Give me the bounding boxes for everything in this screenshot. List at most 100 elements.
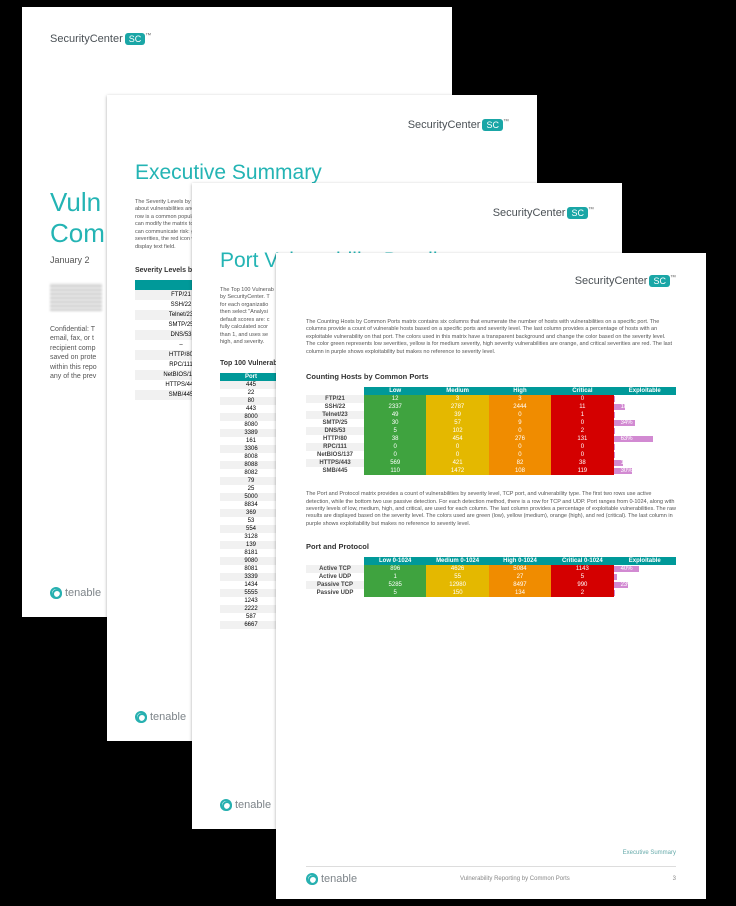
matrix-col-header: Low — [364, 387, 426, 395]
footer-page: 3 — [673, 876, 676, 882]
matrix-cell-low: 1 — [364, 573, 426, 581]
matrix-row: DNS/535102022% — [306, 427, 676, 435]
matrix-col-header: High 0-1024 — [489, 557, 551, 565]
port-row: 8000 — [220, 413, 282, 421]
port-row: 369 — [220, 509, 282, 517]
counting-hosts-intro: The Counting Hosts by Common Ports matri… — [306, 319, 676, 356]
matrix-cell-medium: 55 — [426, 573, 488, 581]
port-row: 8008 — [220, 453, 282, 461]
matrix-col-header: Medium 0-1024 — [426, 557, 488, 565]
matrix-cell-low: 0 — [364, 451, 426, 459]
matrix-col-header: Critical 0-1024 — [551, 557, 613, 565]
matrix-row: NetBIOS/13700001% — [306, 451, 676, 459]
matrix-cell-low: 49 — [364, 411, 426, 419]
matrix-cell-medium: 12980 — [426, 581, 488, 589]
matrix-cell-low: 38 — [364, 435, 426, 443]
tenable-logo: tenable — [220, 799, 271, 811]
matrix-row: RPC/11100001% — [306, 443, 676, 451]
matrix-cell-low: 896 — [364, 565, 426, 573]
port-row: 8088 — [220, 461, 282, 469]
port-row: 2222 — [220, 605, 282, 613]
matrix-cell-critical: 0 — [551, 419, 613, 427]
matrix-cell-critical: 2 — [551, 589, 613, 597]
port-row: 3389 — [220, 429, 282, 437]
matrix-cell-exploitable: 5% — [614, 573, 676, 581]
matrix-cell-critical: 38 — [551, 459, 613, 467]
port-row: 554 — [220, 525, 282, 533]
port-row: 6667 — [220, 621, 282, 629]
matrix-row: HTTP/803845427613163% — [306, 435, 676, 443]
matrix-cell-exploitable: 2% — [614, 395, 676, 403]
matrix-cell-critical: 11 — [551, 403, 613, 411]
matrix-row-label: Active UDP — [306, 573, 364, 581]
matrix-cell-medium: 454 — [426, 435, 488, 443]
matrix-cell-low: 110 — [364, 467, 426, 475]
counting-hosts-title: Counting Hosts by Common Ports — [306, 372, 676, 381]
matrix-row: HTTPS/443569421823815% — [306, 459, 676, 467]
matrix-cell-low: 12 — [364, 395, 426, 403]
port-row: 8082 — [220, 469, 282, 477]
matrix-cell-medium: 57 — [426, 419, 488, 427]
matrix-row: SSH/222337278724441118% — [306, 403, 676, 411]
matrix-row-label: DNS/53 — [306, 427, 364, 435]
matrix-col-header: Medium — [426, 387, 488, 395]
matrix-row-label: Passive TCP — [306, 581, 364, 589]
matrix-cell-high: 0 — [489, 411, 551, 419]
securitycenter-logo: SecurityCenterSC™ — [306, 275, 676, 287]
matrix-cell-medium: 0 — [426, 451, 488, 459]
matrix-cell-high: 9 — [489, 419, 551, 427]
matrix-col-header — [306, 387, 364, 395]
matrix-cell-exploitable: 30% — [614, 467, 676, 475]
matrix-cell-critical: 0 — [551, 395, 613, 403]
port-row: 161 — [220, 437, 282, 445]
footer-section: Executive Summary — [306, 850, 676, 856]
matrix-cell-exploitable: 23% — [614, 581, 676, 589]
matrix-cell-high: 3 — [489, 395, 551, 403]
matrix-row: Active TCP89646265084114340% — [306, 565, 676, 573]
port-row: 79 — [220, 477, 282, 485]
top-ports-table: Port 44522804438000808033891613306800880… — [220, 373, 282, 629]
matrix-cell-critical: 0 — [551, 451, 613, 459]
matrix-cell-critical: 1 — [551, 411, 613, 419]
matrix-row: Telnet/234939012% — [306, 411, 676, 419]
port-row: 3306 — [220, 445, 282, 453]
port-protocol-intro: The Port and Protocol matrix provides a … — [306, 491, 676, 528]
matrix-col-header: High — [489, 387, 551, 395]
matrix-cell-medium: 102 — [426, 427, 488, 435]
matrix-cell-medium: 2787 — [426, 403, 488, 411]
matrix-cell-exploitable: 40% — [614, 565, 676, 573]
port-row: 9080 — [220, 557, 282, 565]
port-protocol-title: Port and Protocol — [306, 542, 676, 551]
matrix-row: SMB/445110147210811930% — [306, 467, 676, 475]
matrix-row-label: SSH/22 — [306, 403, 364, 411]
matrix-cell-exploitable: 2% — [614, 411, 676, 419]
port-protocol-matrix: Low 0-1024Medium 0-1024High 0-1024Critic… — [306, 557, 676, 597]
matrix-cell-exploitable: 3% — [614, 589, 676, 597]
matrix-cell-medium: 0 — [426, 443, 488, 451]
port-row: 8181 — [220, 549, 282, 557]
matrix-cell-high: 108 — [489, 467, 551, 475]
matrix-row-label: Telnet/23 — [306, 411, 364, 419]
port-row: 587 — [220, 613, 282, 621]
page-4-matrices: SecurityCenterSC™ The Counting Hosts by … — [276, 253, 706, 899]
matrix-cell-high: 5084 — [489, 565, 551, 573]
matrix-col-header: Low 0-1024 — [364, 557, 426, 565]
port-row: 445 — [220, 381, 282, 389]
port-row: 3128 — [220, 533, 282, 541]
matrix-cell-medium: 3 — [426, 395, 488, 403]
port-row: 139 — [220, 541, 282, 549]
matrix-cell-high: 8497 — [489, 581, 551, 589]
matrix-cell-high: 0 — [489, 427, 551, 435]
matrix-cell-critical: 131 — [551, 435, 613, 443]
matrix-col-header: Critical — [551, 387, 613, 395]
matrix-cell-medium: 1472 — [426, 467, 488, 475]
port-row: 8080 — [220, 421, 282, 429]
matrix-cell-critical: 1143 — [551, 565, 613, 573]
matrix-cell-high: 2444 — [489, 403, 551, 411]
port-row: 25 — [220, 485, 282, 493]
matrix-cell-exploitable: 1% — [614, 451, 676, 459]
matrix-row-label: FTP/21 — [306, 395, 364, 403]
matrix-row-label: SMTP/25 — [306, 419, 364, 427]
matrix-cell-exploitable: 2% — [614, 427, 676, 435]
tenable-logo: tenable — [306, 873, 357, 885]
